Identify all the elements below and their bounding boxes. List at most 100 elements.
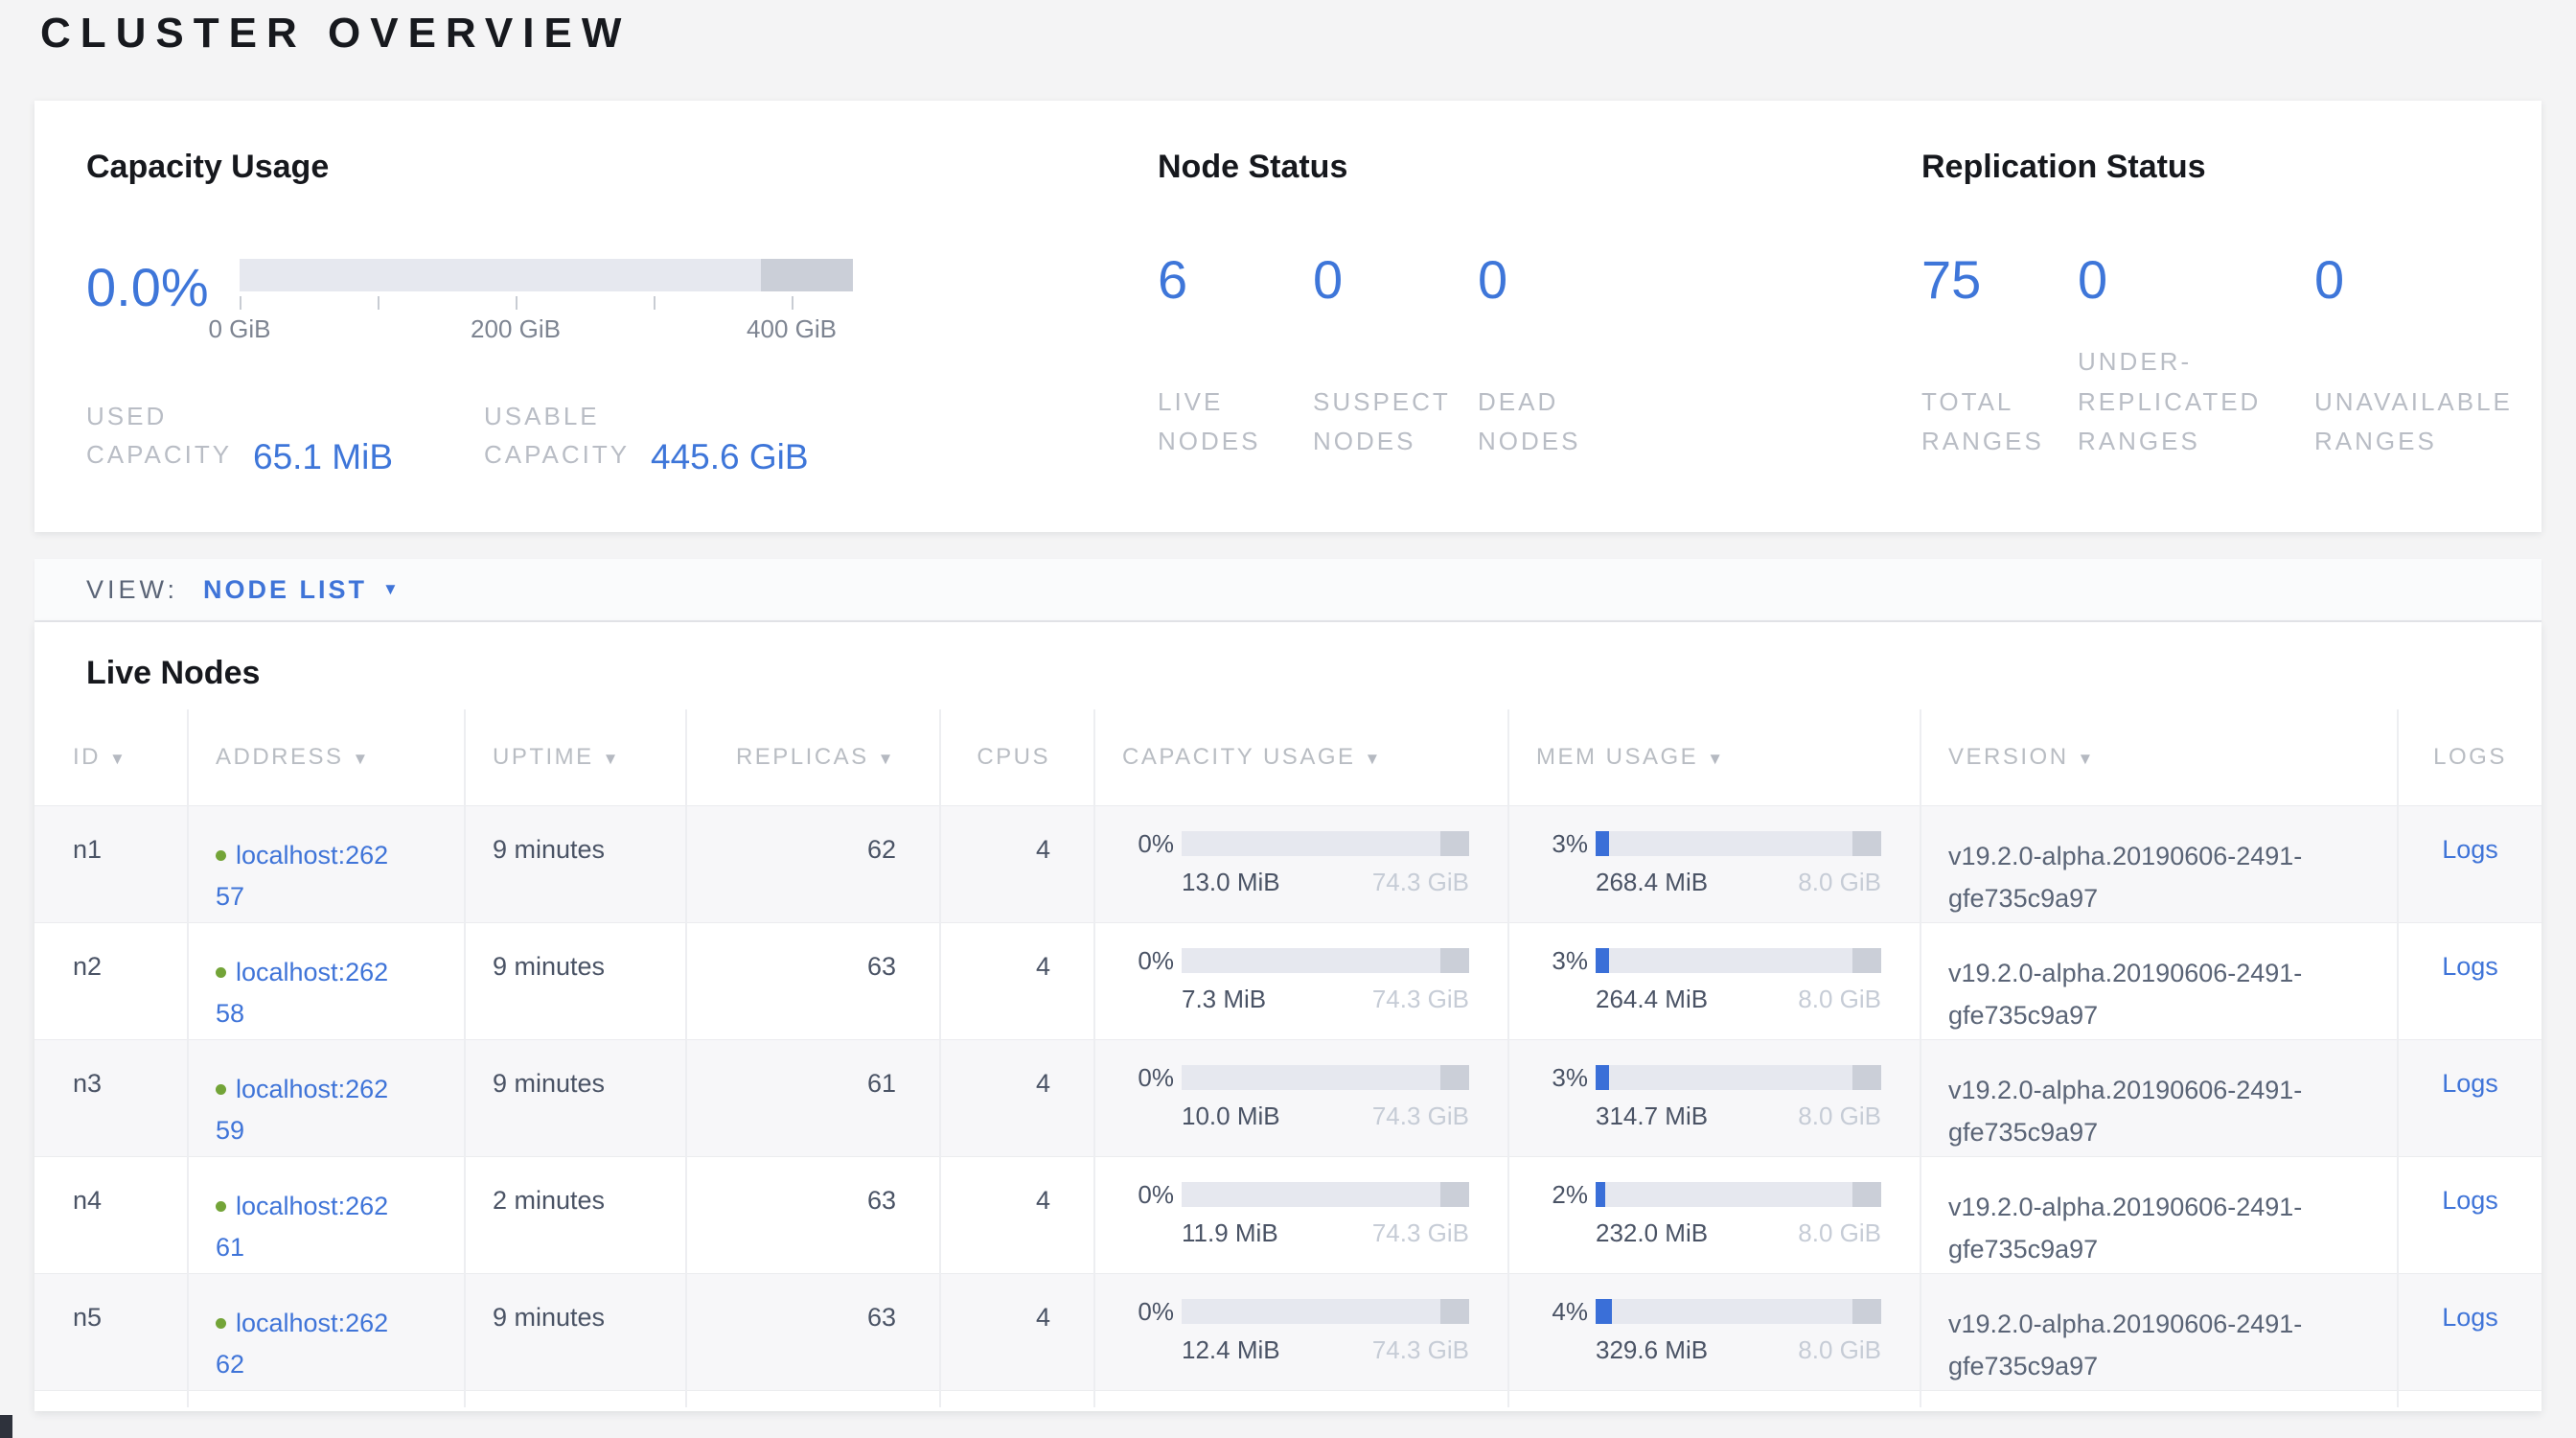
cell-replicas: 62 [686,805,940,922]
cell-node-id: n2 [34,922,188,1039]
column-header-version[interactable]: VERSION▼ [1920,709,2398,805]
table-row: n1localhost:262579 minutes6240%13.0 MiB7… [34,805,2542,922]
usable-capacity-value: 445.6 GiB [651,437,809,477]
live-nodes-card: Live Nodes ID▼ADDRESS▼UPTIME▼REPLICAS▼CP… [34,622,2542,1411]
node-status-stats: 6 LIVE NODES 0 SUSPECT NODES 0 DEAD NODE… [1158,253,1669,462]
address-link[interactable]: localhost:26259 [216,1075,388,1146]
total-ranges-stat: 75 TOTAL RANGES [1921,253,2078,462]
mem-usage-bar-reserved [1852,948,1881,973]
total-ranges-label: TOTAL RANGES [1921,383,2078,462]
axis-label-200: 200 GiB [471,314,561,344]
cell-uptime: 9 minutes [465,1273,686,1390]
cell-mem-usage: 4%329.6 MiB8.0 GiB [1508,1273,1920,1390]
capacity-usage-bar [1182,1065,1469,1090]
suspect-nodes-count: 0 [1313,253,1478,307]
live-status-icon [216,967,226,978]
capacity-bar-reserved-segment [761,259,853,291]
address-link[interactable]: localhost:26262 [216,1309,388,1380]
mem-usage-percent: 3% [1538,946,1588,976]
cell-capacity-usage: 0%12.4 MiB74.3 GiB [1094,1273,1508,1390]
column-header-mem[interactable]: MEM USAGE▼ [1508,709,1920,805]
address-link[interactable]: localhost:26261 [216,1192,388,1263]
column-label: CPUS [977,744,1050,770]
capacity-usage-section: Capacity Usage 0.0% 0 GiB [86,149,939,475]
logs-link[interactable]: Logs [2442,1069,2498,1098]
logs-link[interactable]: Logs [2442,835,2498,864]
used-capacity-label: USED CAPACITY [86,397,234,475]
capacity-usage-bar [1182,1182,1469,1207]
column-header-uptime[interactable]: UPTIME ▼ [465,709,686,805]
cell-address: localhost:26257 [188,805,465,922]
view-dropdown[interactable]: NODE LIST ▼ [203,575,402,605]
logs-link[interactable]: Logs [2442,1303,2498,1332]
column-label: VERSION [1948,744,2069,770]
capacity-usage-bar-reserved [1440,1299,1469,1324]
suspect-nodes-stat: 0 SUSPECT NODES [1313,253,1478,462]
capacity-usage-bar-reserved [1440,831,1469,856]
address-link[interactable]: localhost:26257 [216,841,388,912]
capacity-usage-bar [1182,831,1469,856]
cell-node-id: n1 [34,805,188,922]
dead-nodes-count: 0 [1478,253,1669,307]
mem-total-value: 8.0 GiB [1798,868,1881,897]
live-nodes-table: ID▼ADDRESS▼UPTIME▼REPLICAS▼CPUSCAPACITY … [34,709,2542,1407]
cell-replicas: 63 [686,1156,940,1273]
sort-arrow-icon: ▼ [603,750,621,768]
column-label: MEM USAGE [1536,744,1698,770]
address-link[interactable]: localhost:26258 [216,958,388,1029]
mem-usage-bar-reserved [1852,1182,1881,1207]
view-label: VIEW: [86,575,178,605]
view-selected-value: NODE LIST [203,575,367,605]
capacity-usage-bar [1182,1299,1469,1324]
replication-status-title: Replication Status [1921,149,2559,186]
capacity-usage-bar-reserved [1440,1182,1469,1207]
column-header-replicas[interactable]: REPLICAS▼ [686,709,940,805]
cell-capacity-usage: 0%7.3 MiB74.3 GiB [1094,922,1508,1039]
logs-link[interactable]: Logs [2442,1186,2498,1215]
mem-used-value: 268.4 MiB [1596,868,1708,897]
mem-usage-bar [1596,1182,1881,1207]
capacity-used-value: 10.0 MiB [1182,1102,1280,1131]
mem-usage-bar [1596,1065,1881,1090]
page-title: CLUSTER OVERVIEW [40,10,631,58]
mem-usage-percent: 2% [1538,1180,1588,1210]
node-status-section: Node Status 6 LIVE NODES 0 SUSPECT NODES… [1158,149,1669,462]
capacity-total-value: 74.3 GiB [1372,1218,1469,1248]
suspect-nodes-label: SUSPECT NODES [1313,383,1466,462]
column-label: ADDRESS [216,744,344,770]
mem-usage-bar-fill [1596,831,1609,856]
capacity-axis-labels: 0 GiB 200 GiB 400 GiB [240,311,853,341]
capacity-usage-bar [1182,948,1469,973]
column-header-capacity[interactable]: CAPACITY USAGE▼ [1094,709,1508,805]
capacity-bar-track [240,259,853,291]
cell-mem-usage: 2%232.0 MiB8.0 GiB [1508,1156,1920,1273]
capacity-usage-percent: 0% [1124,829,1174,859]
column-header-cpus: CPUS [940,709,1094,805]
used-capacity-stat: USED CAPACITY 65.1 MiB [86,397,393,475]
axis-label-400: 400 GiB [747,314,837,344]
column-header-id[interactable]: ID▼ [34,709,188,805]
cell-uptime: 9 minutes [465,805,686,922]
column-label: LOGS [2433,744,2507,770]
under-replicated-ranges-label: UNDER-REPLICATED RANGES [2078,342,2303,462]
mem-usage-bar [1596,948,1881,973]
mem-used-value: 329.6 MiB [1596,1335,1708,1365]
table-row: n4localhost:262612 minutes6340%11.9 MiB7… [34,1156,2542,1273]
dead-nodes-stat: 0 DEAD NODES [1478,253,1669,462]
sort-arrow-icon: ▼ [878,750,896,768]
cluster-summary-card: Capacity Usage 0.0% 0 GiB [34,101,2542,532]
column-header-logs: LOGS [2398,709,2542,805]
live-nodes-label: LIVE NODES [1158,383,1311,462]
cell-version: v19.2.0-alpha.20190606-2491-gfe735c9a97 [1920,805,2398,922]
live-status-icon [216,1084,226,1095]
logs-link[interactable]: Logs [2442,952,2498,981]
capacity-used-value: 12.4 MiB [1182,1335,1280,1365]
mem-usage-percent: 3% [1538,829,1588,859]
table-row: n2localhost:262589 minutes6340%7.3 MiB74… [34,922,2542,1039]
cell-cpus: 4 [940,1039,1094,1156]
cell-version: v19.2.0-alpha.20190606-2491-gfe735c9a97 [1920,1273,2398,1390]
column-header-address[interactable]: ADDRESS▼ [188,709,465,805]
usable-capacity-label: USABLE CAPACITY [484,397,632,475]
mem-used-value: 314.7 MiB [1596,1102,1708,1131]
column-label: UPTIME [493,744,594,770]
